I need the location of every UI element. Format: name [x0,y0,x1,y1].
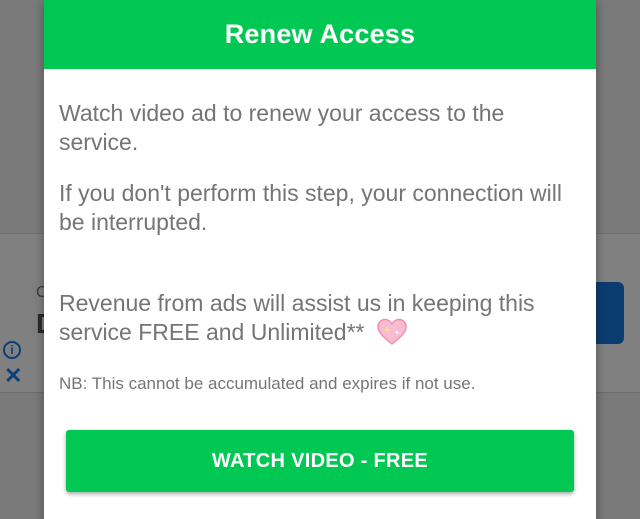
disclaimer-note: NB: This cannot be accumulated and expir… [59,374,476,393]
dialog-header: Renew Access [44,0,596,69]
revenue-text-label: Revenue from ads will assist us in keepi… [59,290,535,345]
dialog-title: Renew Access [224,19,416,49]
info-icon: i [3,341,21,359]
dialog-body: Watch video ad to renew your access to t… [44,69,596,394]
warning-text: If you don't perform this step, your con… [59,180,562,235]
sparkling-heart-icon [376,318,407,353]
revenue-text: Revenue from ads will assist us in keepi… [59,237,574,353]
instruction-text: Watch video ad to renew your access to t… [59,100,505,155]
watch-video-button[interactable]: WATCH VIDEO - FREE [66,430,574,492]
renew-access-dialog: Renew Access Watch video ad to renew you… [44,0,596,519]
close-icon: ✕ [4,363,23,388]
screen: C D i ✕ Renew Access Watch video ad to r… [0,0,640,519]
